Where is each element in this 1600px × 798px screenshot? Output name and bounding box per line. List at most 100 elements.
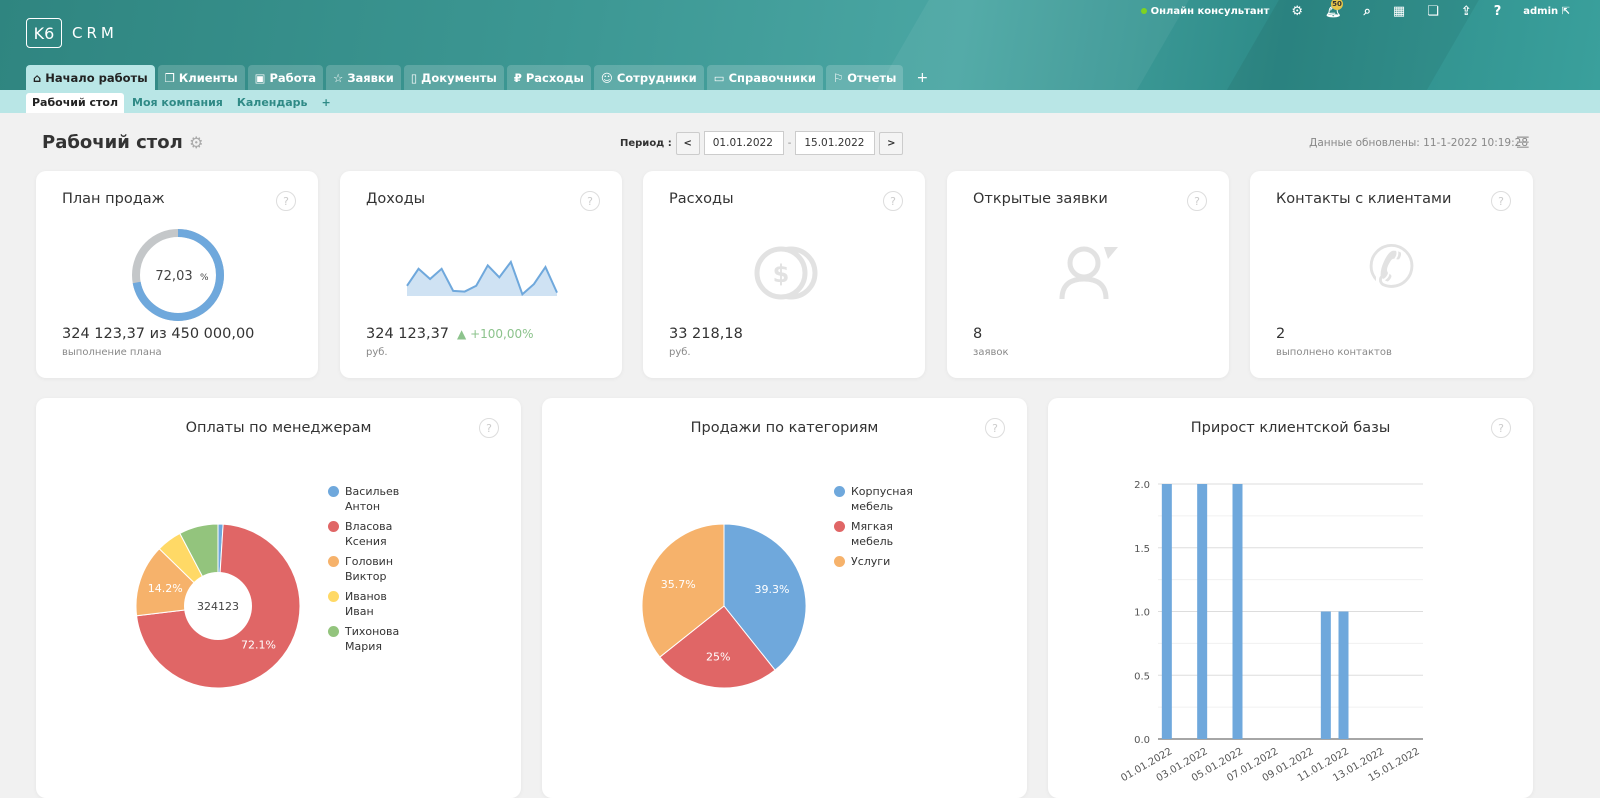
legend-label: Услуги <box>851 555 891 568</box>
help-icon[interactable]: ? <box>1494 4 1502 19</box>
expenses-value: 33 218,18 <box>669 326 743 342</box>
legend-item[interactable]: Услуги <box>834 554 914 569</box>
legend-swatch <box>834 521 845 532</box>
tab-label: Начало работы <box>45 70 148 85</box>
payments-donut-chart: 72.1% 14.2% 324123 <box>136 523 301 689</box>
hamburger-menu-icon[interactable]: ☰ <box>1516 133 1530 152</box>
legend-item[interactable]: Тихонова Мария <box>328 624 408 654</box>
logo-text: CRM <box>72 24 118 42</box>
help-icon[interactable]: ? <box>479 418 499 438</box>
date-to-input[interactable]: 15.01.2022 <box>795 131 876 155</box>
tab-7[interactable]: ▭ Справочники <box>706 65 823 90</box>
card-sales-by-category: Продажи по категориям ? 39.3% 25% 35.7% Ко… <box>542 398 1027 798</box>
online-consultant-link[interactable]: Онлайн консультант <box>1140 6 1270 17</box>
subtab-2[interactable]: Календарь <box>231 93 314 113</box>
income-caption: руб. <box>366 347 388 358</box>
help-icon[interactable]: ? <box>883 191 903 211</box>
add-tab-button[interactable]: + <box>906 65 938 90</box>
export-icon[interactable]: ⇪ <box>1461 4 1472 19</box>
gear-icon[interactable]: ⚙ <box>1291 4 1303 19</box>
y-tick-label: 2.0 <box>1134 480 1150 491</box>
card-sales-plan: План продаж ? 72,03 % 324 123,37 из 450 … <box>36 171 318 378</box>
legend-item[interactable]: Иванов Иван <box>328 589 408 619</box>
bar-11.01.2022 <box>1338 611 1349 739</box>
date-from-input[interactable]: 01.01.2022 <box>703 131 784 155</box>
updated-timestamp: Данные обновлены: 11-1-2022 10:19:28 <box>1309 137 1528 149</box>
help-icon[interactable]: ? <box>580 191 600 211</box>
legend-label: Власова Ксения <box>345 520 393 548</box>
tab-2[interactable]: ▣ Работа <box>247 65 324 90</box>
card-expenses: Расходы ? $ 33 218,18 руб. <box>643 171 925 378</box>
calendar-icon[interactable]: ▦ <box>1393 4 1405 19</box>
tab-8[interactable]: ⚐ Отчеты <box>825 65 904 90</box>
slice-label-0: 39.3% <box>755 583 790 596</box>
card-payments-by-manager: Оплаты по менеджерам ? 72.1% 14.2% 324123 … <box>36 398 521 798</box>
settings-gear-icon[interactable]: ⚙ <box>189 133 203 152</box>
tab-3[interactable]: ☆ Заявки <box>326 65 401 90</box>
legend-swatch <box>834 486 845 497</box>
chat-icon[interactable]: ❏ <box>1427 4 1439 19</box>
help-icon[interactable]: ? <box>1491 191 1511 211</box>
period-selector: Период : < 01.01.2022 - 15.01.2022 > <box>620 131 904 155</box>
tab-0[interactable]: ⌂ Начало работы <box>26 65 155 90</box>
legend-item[interactable]: Власова Ксения <box>328 519 408 549</box>
legend-label: Иванов Иван <box>345 590 387 618</box>
card-income: Доходы ? 324 123,37 ▲ +100,00% руб. <box>340 171 622 378</box>
card-title: Открытые заявки <box>973 191 1108 207</box>
add-subtab-button[interactable]: + <box>316 93 337 113</box>
income-value: 324 123,37 <box>366 326 450 342</box>
income-value-row: 324 123,37 ▲ +100,00% <box>366 326 534 342</box>
contacts-caption: выполнено контактов <box>1276 347 1392 358</box>
donut-center-label: 324123 <box>197 600 239 613</box>
svg-text:$: $ <box>773 260 790 288</box>
help-icon[interactable]: ? <box>1491 418 1511 438</box>
help-icon[interactable]: ? <box>1187 191 1207 211</box>
help-icon[interactable]: ? <box>985 418 1005 438</box>
plan-caption: выполнение плана <box>62 347 162 358</box>
period-label: Период : <box>620 137 672 149</box>
legend-item[interactable]: Васильев Антон <box>328 484 408 514</box>
prev-period-button[interactable]: < <box>675 131 700 155</box>
card-title: Расходы <box>669 191 734 207</box>
tab-icon: ☆ <box>333 70 344 85</box>
tab-label: Клиенты <box>178 70 238 85</box>
tab-5[interactable]: ₽ Расходы <box>506 65 591 90</box>
y-tick-label: 1.0 <box>1134 608 1150 619</box>
slice-label-2: 35.7% <box>661 578 696 591</box>
requests-caption: заявок <box>973 347 1009 358</box>
bar-05.01.2022 <box>1232 484 1243 739</box>
y-tick-label: 0.5 <box>1134 671 1150 682</box>
plan-percent: 72,03 <box>155 269 192 284</box>
online-label: Онлайн консультант <box>1150 6 1270 17</box>
legend-label: Мягкая мебель <box>851 520 894 548</box>
bar-10.01.2022 <box>1320 611 1331 739</box>
legend-label: Головин Виктор <box>345 555 394 583</box>
legend-swatch <box>328 591 339 602</box>
tab-label: Расходы <box>525 70 584 85</box>
legend-swatch <box>328 556 339 567</box>
logo[interactable]: K6 CRM <box>26 18 118 48</box>
income-growth: ▲ +100,00% <box>457 327 534 341</box>
subtab-0[interactable]: Рабочий стол <box>26 93 125 113</box>
search-icon[interactable]: ⌕ <box>1364 4 1371 19</box>
legend-item[interactable]: Головин Виктор <box>328 554 408 584</box>
user-menu[interactable]: admin ⇱ <box>1523 6 1570 17</box>
tab-6[interactable]: ☺ Сотрудники <box>593 65 704 90</box>
subtab-1[interactable]: Моя компания <box>126 93 229 113</box>
legend-swatch <box>834 556 845 567</box>
tab-icon: ▣ <box>254 70 266 85</box>
slice-label-1: 72.1% <box>241 638 276 651</box>
legend-swatch <box>328 486 339 497</box>
tab-icon: ⌂ <box>33 70 42 85</box>
legend-item[interactable]: Мягкая мебель <box>834 519 914 549</box>
tab-4[interactable]: ▯ Документы <box>403 65 504 90</box>
card-client-contacts: Контакты с клиентами ? ✆ 2 выполнено кон… <box>1250 171 1533 378</box>
y-tick-label: 1.5 <box>1134 544 1150 555</box>
logout-icon[interactable]: ⇱ <box>1562 6 1570 17</box>
help-icon[interactable]: ? <box>276 191 296 211</box>
plan-value: 324 123,37 из 450 000,00 <box>62 326 255 342</box>
bell-icon[interactable]: 🔔︎ 50 <box>1325 0 1344 19</box>
tab-1[interactable]: ❐ Клиенты <box>157 65 245 90</box>
next-period-button[interactable]: > <box>879 131 904 155</box>
legend-item[interactable]: Корпусная мебель <box>834 484 914 514</box>
